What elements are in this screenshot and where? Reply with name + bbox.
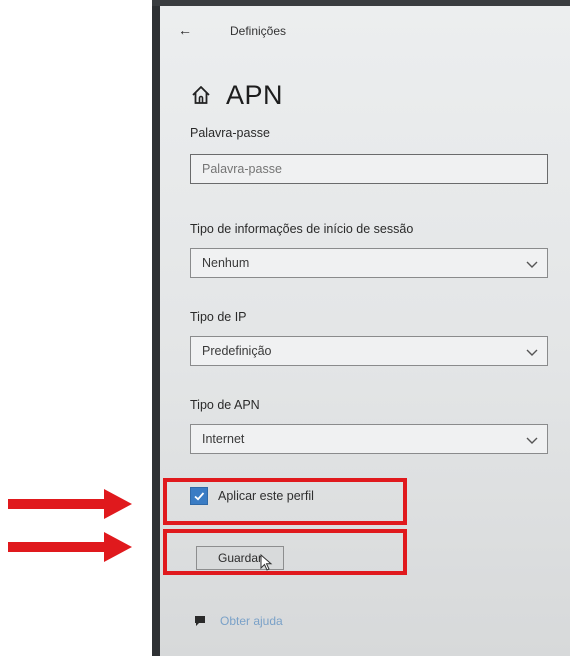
signin-type-label: Tipo de informações de início de sessão [190,222,414,236]
window-title: Definições [230,24,287,38]
signin-type-value: Nenhum [202,256,250,270]
highlight-box-save [163,529,407,575]
get-help-label: Obter ajuda [220,614,283,628]
get-help-link[interactable]: Obter ajuda [194,614,283,628]
title-bar: ← Definições [160,6,570,50]
page-title: APN [226,79,284,110]
ip-type-label: Tipo de IP [190,310,247,324]
red-arrow-icon [8,532,132,562]
red-arrow-icon [8,489,132,519]
chevron-down-icon [526,437,538,444]
chevron-down-icon [526,349,538,356]
home-icon[interactable] [190,84,212,106]
apn-type-dropdown[interactable]: Internet [190,424,548,454]
page-header: APN [190,78,283,112]
password-input[interactable] [191,161,504,177]
password-field[interactable] [190,154,548,184]
highlight-box-apply-profile [163,478,407,525]
apn-type-label: Tipo de APN [190,398,260,412]
apn-type-value: Internet [202,432,245,446]
signin-type-dropdown[interactable]: Nenhum [190,248,548,278]
help-chat-icon [195,616,205,626]
ip-type-dropdown[interactable]: Predefinição [190,336,548,366]
password-label: Palavra-passe [190,126,270,140]
ip-type-value: Predefinição [202,344,272,358]
back-button[interactable]: ← [178,22,192,38]
device-bezel-left [152,0,160,656]
chevron-down-icon [526,261,538,268]
